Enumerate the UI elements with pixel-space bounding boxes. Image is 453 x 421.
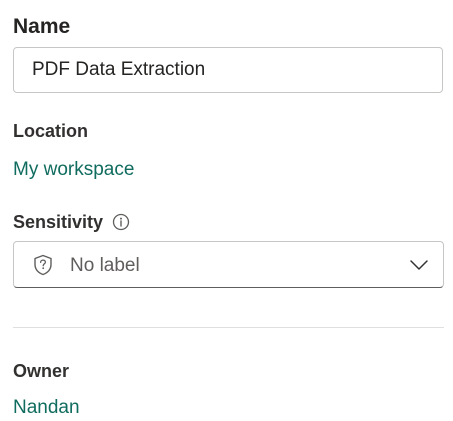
sensitivity-dropdown[interactable]: No label (13, 241, 444, 288)
sensitivity-selected-value: No label (70, 255, 140, 276)
item-details-panel: Name Location My workspace Sensitivity N… (0, 0, 453, 421)
location-link[interactable]: My workspace (13, 158, 134, 182)
name-input[interactable] (13, 47, 443, 93)
sensitivity-header: Sensitivity (13, 210, 130, 234)
owner-link[interactable]: Nandan (13, 396, 80, 420)
divider (13, 327, 444, 328)
owner-label: Owner (13, 361, 70, 381)
name-label: Name (13, 15, 71, 38)
chevron-down-icon (409, 258, 429, 272)
shield-question-icon (33, 254, 53, 276)
location-label: Location (13, 121, 88, 141)
sensitivity-label: Sensitivity (13, 212, 104, 232)
info-icon[interactable] (112, 213, 130, 231)
